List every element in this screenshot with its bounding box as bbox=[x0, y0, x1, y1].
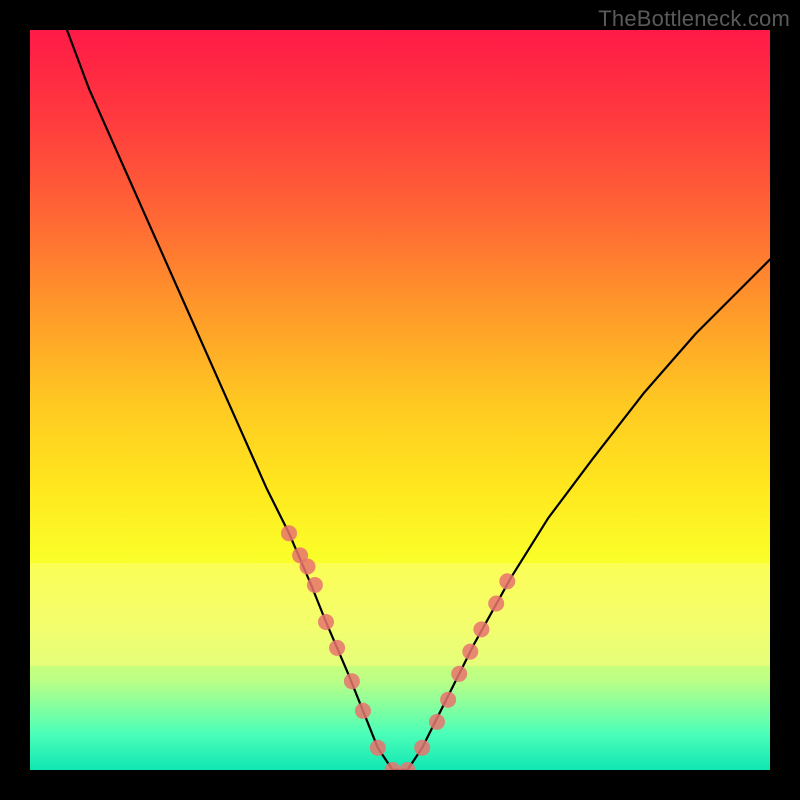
marker-dot bbox=[414, 740, 430, 756]
marker-dot bbox=[488, 596, 504, 612]
marker-dot bbox=[355, 703, 371, 719]
curve-line bbox=[67, 30, 770, 770]
marker-dot bbox=[344, 673, 360, 689]
marker-dot bbox=[499, 573, 515, 589]
marker-dot bbox=[473, 621, 489, 637]
marker-dots bbox=[281, 525, 515, 770]
marker-dot bbox=[300, 559, 316, 575]
marker-dot bbox=[329, 640, 345, 656]
chart-frame: TheBottleneck.com bbox=[0, 0, 800, 800]
plot-area bbox=[30, 30, 770, 770]
marker-dot bbox=[440, 692, 456, 708]
watermark-text: TheBottleneck.com bbox=[598, 6, 790, 32]
marker-dot bbox=[307, 577, 323, 593]
chart-svg bbox=[30, 30, 770, 770]
marker-dot bbox=[451, 666, 467, 682]
curve-path bbox=[67, 30, 770, 770]
marker-dot bbox=[370, 740, 386, 756]
marker-dot bbox=[462, 644, 478, 660]
marker-dot bbox=[281, 525, 297, 541]
marker-dot bbox=[429, 714, 445, 730]
marker-dot bbox=[318, 614, 334, 630]
